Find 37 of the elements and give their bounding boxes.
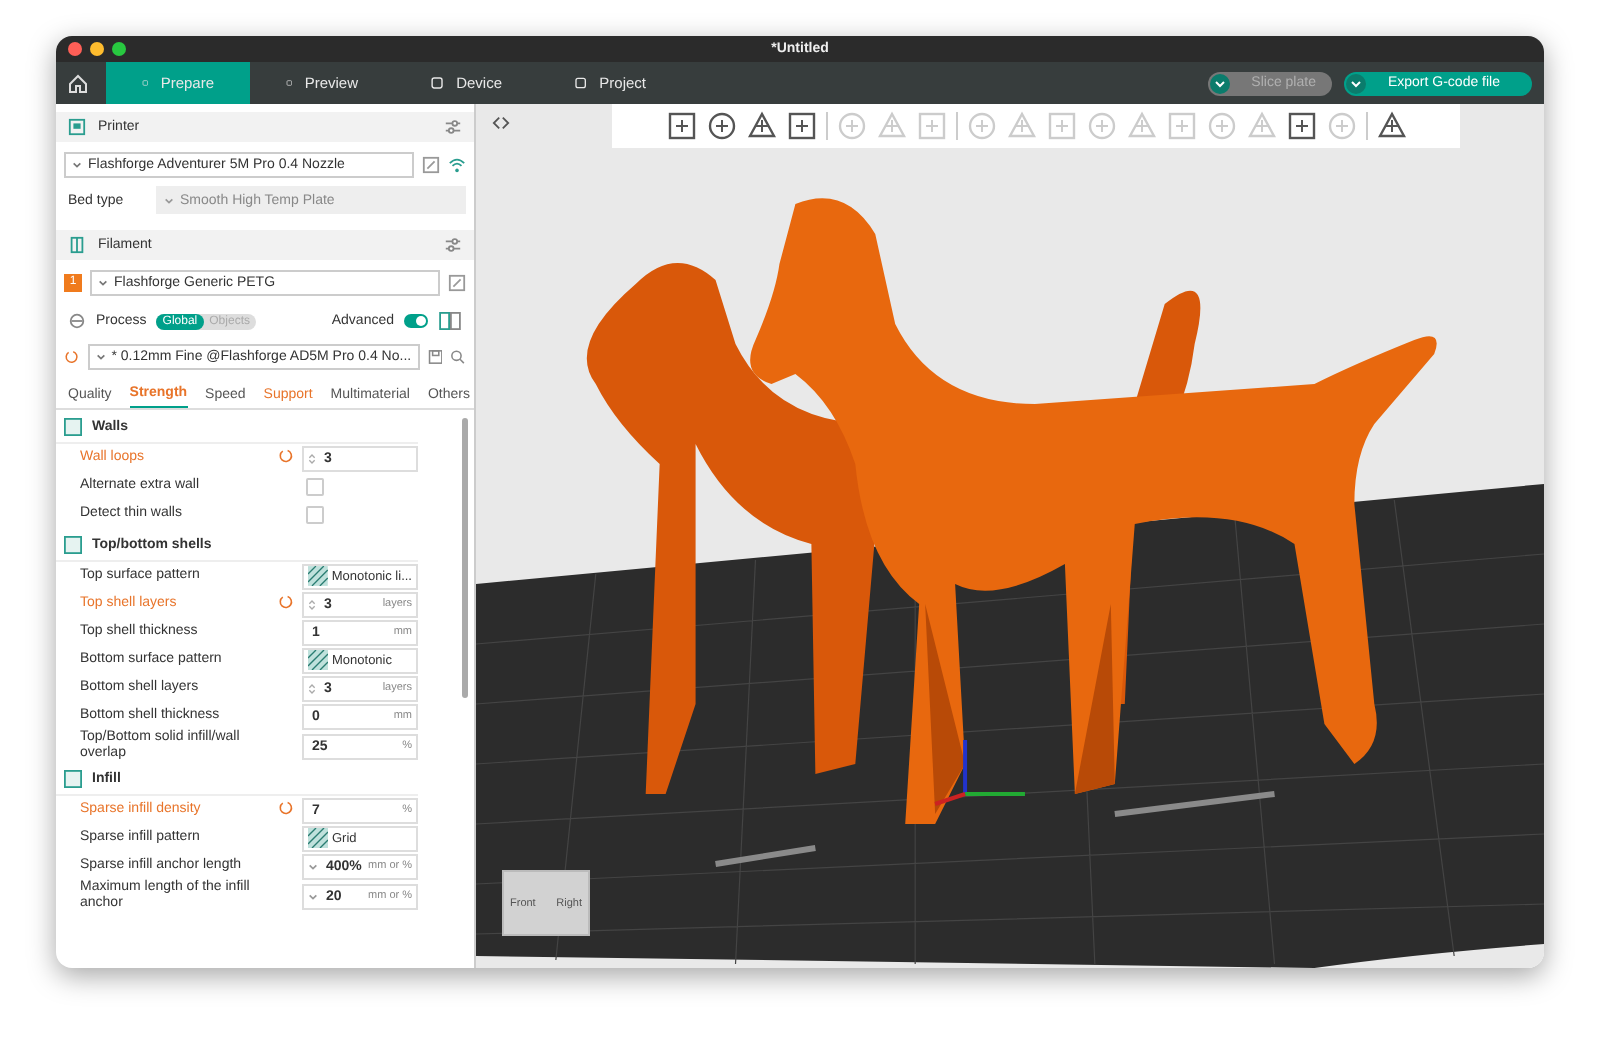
search-icon[interactable] xyxy=(450,348,466,366)
reset-icon[interactable] xyxy=(64,348,80,366)
checkbox[interactable] xyxy=(306,477,324,495)
axes-icon xyxy=(934,740,1025,806)
scrollbar[interactable] xyxy=(462,418,468,698)
hatch-pattern-icon xyxy=(308,828,328,848)
process-icon xyxy=(68,312,86,330)
reset-icon[interactable] xyxy=(278,594,294,610)
compare-icon[interactable] xyxy=(438,312,462,330)
minimize-icon[interactable] xyxy=(90,42,104,56)
reset-icon[interactable] xyxy=(278,800,294,816)
chevron-icon[interactable] xyxy=(1345,73,1366,93)
home-icon[interactable] xyxy=(66,71,90,95)
edit-icon[interactable] xyxy=(448,274,466,292)
section-icon xyxy=(64,536,82,554)
close-icon[interactable] xyxy=(68,42,82,56)
section-icon xyxy=(64,770,82,788)
maximize-icon[interactable] xyxy=(112,42,126,56)
spinner-arrows-icon[interactable] xyxy=(308,681,316,695)
chevron-icon xyxy=(95,352,106,362)
hatch-pattern-icon xyxy=(308,650,328,670)
reset-icon[interactable] xyxy=(278,448,294,464)
advanced-switch[interactable] xyxy=(404,314,428,328)
hatch-pattern-icon xyxy=(308,566,328,586)
save-icon[interactable] xyxy=(427,348,443,366)
settings-icon[interactable] xyxy=(444,118,462,136)
spinner-arrows-icon[interactable] xyxy=(308,451,316,465)
chevron-icon xyxy=(164,195,174,205)
chevron-icon xyxy=(72,160,82,170)
checkbox[interactable] xyxy=(306,505,324,523)
spinner-arrows-icon[interactable] xyxy=(308,597,316,611)
collapse-icon[interactable] xyxy=(492,114,510,132)
wifi-icon[interactable] xyxy=(448,156,466,174)
settings-icon[interactable] xyxy=(444,236,462,254)
chevron-icon xyxy=(98,278,108,288)
edit-icon[interactable] xyxy=(422,156,440,174)
section-icon xyxy=(64,418,82,436)
